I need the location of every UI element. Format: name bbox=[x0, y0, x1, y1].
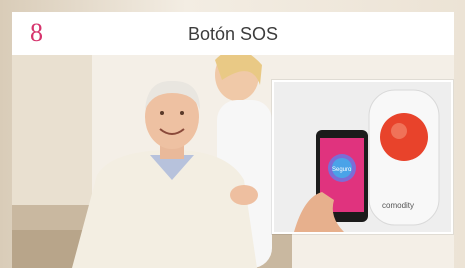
page-frame: 8 Botón SOS comodity Seguro bbox=[0, 0, 465, 268]
sos-device-illustration: comodity Seguro bbox=[274, 82, 451, 232]
svg-text:comodity: comodity bbox=[382, 201, 414, 210]
sos-device-inset: comodity Seguro bbox=[272, 80, 453, 234]
svg-text:Seguro: Seguro bbox=[332, 167, 352, 173]
header-bar: 8 Botón SOS bbox=[12, 12, 454, 55]
sos-button-device: comodity bbox=[368, 89, 440, 226]
page-title: Botón SOS bbox=[187, 24, 279, 44]
